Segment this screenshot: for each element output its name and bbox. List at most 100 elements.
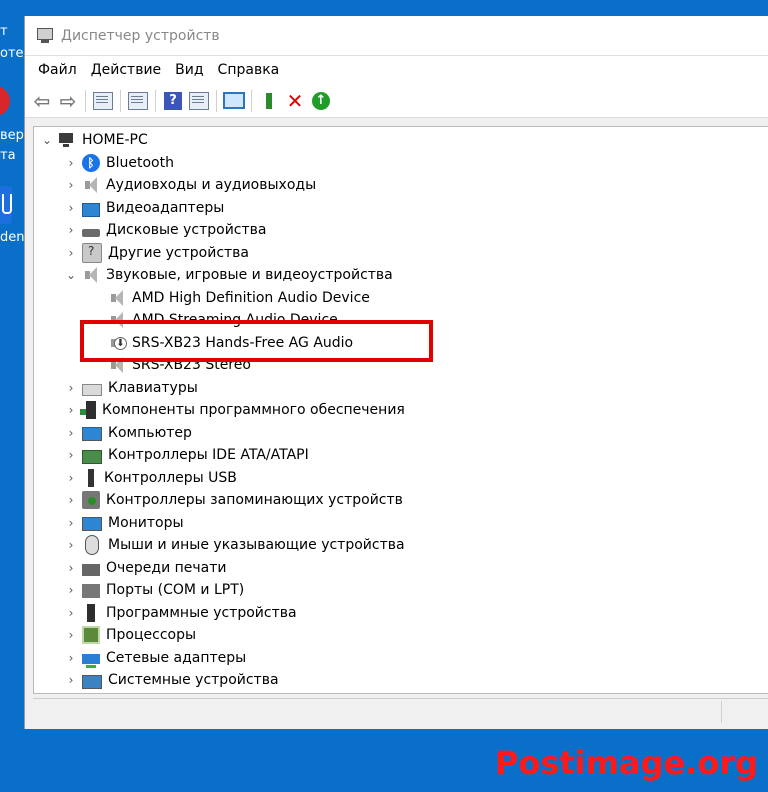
chevron-right-icon[interactable]: › bbox=[64, 223, 78, 237]
chevron-right-icon[interactable]: › bbox=[64, 246, 78, 260]
tree-node-software-components[interactable]: › Компоненты программного обеспечения bbox=[64, 399, 405, 421]
storage-controller-icon bbox=[82, 491, 100, 509]
desktop-label-3: вер bbox=[0, 128, 24, 143]
tree-node-processors[interactable]: › Процессоры bbox=[64, 624, 196, 646]
tree-child-amd-hd-audio[interactable]: AMD High Definition Audio Device bbox=[104, 287, 370, 309]
green-up-arrow-icon: ↑ bbox=[312, 91, 330, 110]
uninstall-device-button[interactable]: ✕ bbox=[283, 89, 307, 113]
device-manager-icon bbox=[37, 27, 53, 44]
disk-drive-icon bbox=[82, 228, 100, 237]
tree-root-label: HOME-PC bbox=[82, 132, 148, 148]
toolbar-separator bbox=[155, 89, 156, 112]
monitor-icon bbox=[82, 517, 102, 531]
tree-node-network-adapters[interactable]: › Сетевые адаптеры bbox=[64, 647, 246, 669]
tree-node-ide[interactable]: › Контроллеры IDE ATA/ATAPI bbox=[64, 444, 309, 466]
device-tree-pane[interactable]: ⌄ HOME-PC › ᛒ Bluetooth › Аудиовходы и а… bbox=[33, 126, 768, 694]
tree-node-usb[interactable]: › Контроллеры USB bbox=[64, 467, 237, 489]
forward-arrow-icon[interactable]: ⇨ bbox=[56, 89, 80, 113]
menu-file[interactable]: Файл bbox=[31, 56, 84, 84]
menu-help[interactable]: Справка bbox=[211, 56, 287, 84]
tree-node-label: Аудиовходы и аудиовыходы bbox=[106, 177, 317, 193]
tree-node-bluetooth[interactable]: › ᛒ Bluetooth bbox=[64, 152, 174, 174]
toolbar: ⇦ ⇨ ? ✕ ↑ bbox=[25, 84, 768, 118]
network-adapter-icon bbox=[82, 654, 100, 668]
tree-node-label: Мониторы bbox=[108, 515, 184, 531]
help-button[interactable]: ? bbox=[161, 89, 185, 113]
chevron-right-icon[interactable]: › bbox=[64, 628, 78, 642]
chevron-right-icon[interactable]: › bbox=[64, 493, 78, 507]
tree-node-label: Системные устройства bbox=[108, 672, 279, 688]
bluetooth-icon: ᛒ bbox=[82, 154, 100, 172]
chevron-right-icon[interactable]: › bbox=[64, 583, 78, 597]
tree-node-label: Процессоры bbox=[106, 627, 197, 643]
software-device-icon bbox=[87, 604, 95, 622]
usb-icon bbox=[88, 469, 94, 487]
desktop-app-icon[interactable] bbox=[0, 86, 10, 116]
chevron-down-icon[interactable]: ⌄ bbox=[40, 133, 54, 147]
tree-node-label: Порты (COM и LPT) bbox=[106, 582, 245, 598]
console-tree-icon bbox=[93, 91, 113, 110]
tree-node-computer[interactable]: › Компьютер bbox=[64, 422, 192, 444]
help-icon: ? bbox=[164, 91, 182, 110]
back-arrow-icon[interactable]: ⇦ bbox=[30, 89, 54, 113]
chevron-right-icon[interactable]: › bbox=[64, 561, 78, 575]
tree-node-system-devices[interactable]: › Системные устройства bbox=[64, 669, 279, 691]
chevron-right-icon[interactable]: › bbox=[64, 178, 78, 192]
scan-hardware-button[interactable] bbox=[222, 89, 246, 113]
unknown-device-icon bbox=[82, 243, 102, 263]
update-driver-button[interactable] bbox=[257, 89, 281, 113]
tree-root[interactable]: ⌄ HOME-PC bbox=[40, 129, 148, 151]
chevron-right-icon[interactable]: › bbox=[64, 381, 78, 395]
chevron-right-icon[interactable]: › bbox=[64, 673, 78, 687]
tree-node-label: Контроллеры IDE ATA/ATAPI bbox=[108, 447, 309, 463]
tree-node-label: Контроллеры USB bbox=[104, 470, 237, 486]
device-manager-window: Диспетчер устройств Файл Действие Вид Сп… bbox=[24, 16, 768, 729]
tree-node-monitors[interactable]: › Мониторы bbox=[64, 512, 184, 534]
menu-view[interactable]: Вид bbox=[168, 56, 210, 84]
chevron-down-icon[interactable]: ⌄ bbox=[64, 268, 78, 282]
menu-bar: Файл Действие Вид Справка bbox=[25, 56, 768, 84]
chevron-right-icon[interactable]: › bbox=[64, 651, 78, 665]
tree-node-other-devices[interactable]: › Другие устройства bbox=[64, 242, 249, 264]
chevron-right-icon[interactable]: › bbox=[64, 403, 78, 417]
tree-node-sound-video[interactable]: ⌄ Звуковые, игровые и видеоустройства bbox=[64, 264, 393, 286]
tree-node-label: Bluetooth bbox=[106, 155, 174, 171]
chevron-right-icon[interactable]: › bbox=[64, 538, 78, 552]
window-title: Диспетчер устройств bbox=[61, 27, 220, 44]
red-x-icon: ✕ bbox=[286, 88, 304, 113]
chevron-right-icon[interactable]: › bbox=[64, 516, 78, 530]
tree-node-display-adapters[interactable]: › Видеоадаптеры bbox=[64, 197, 224, 219]
menu-action[interactable]: Действие bbox=[84, 56, 168, 84]
chevron-right-icon[interactable]: › bbox=[64, 606, 78, 620]
tree-node-storage-controllers[interactable]: › Контроллеры запоминающих устройств bbox=[64, 489, 403, 511]
enable-device-button[interactable]: ↑ bbox=[309, 89, 333, 113]
desktop-label-4: та bbox=[0, 148, 16, 163]
tree-node-disk-drives[interactable]: › Дисковые устройства bbox=[64, 219, 267, 241]
processor-icon bbox=[82, 626, 100, 644]
chevron-right-icon[interactable]: › bbox=[64, 471, 78, 485]
tree-node-label: Дисковые устройства bbox=[106, 222, 267, 238]
properties-icon bbox=[128, 91, 148, 110]
properties-button[interactable] bbox=[126, 89, 150, 113]
keyboard-icon bbox=[82, 384, 102, 396]
toolbar-separator bbox=[251, 89, 252, 112]
tree-node-ports[interactable]: › Порты (COM и LPT) bbox=[64, 579, 244, 601]
desktop-app-icon-2[interactable] bbox=[0, 186, 12, 224]
tree-node-label: Компоненты программного обеспечения bbox=[102, 402, 405, 418]
tree-node-mice[interactable]: › Мыши и иные указывающие устройства bbox=[64, 534, 405, 556]
chevron-right-icon[interactable]: › bbox=[64, 201, 78, 215]
tree-node-print-queues[interactable]: › Очереди печати bbox=[64, 557, 227, 579]
update-driver-icon bbox=[266, 92, 272, 109]
tree-node-keyboards[interactable]: › Клавиатуры bbox=[64, 377, 198, 399]
toolbar-separator bbox=[85, 89, 86, 112]
tree-node-label: Мыши и иные указывающие устройства bbox=[108, 537, 405, 553]
tree-node-software-devices[interactable]: › Программные устройства bbox=[64, 602, 297, 624]
show-hide-console-tree-button[interactable] bbox=[91, 89, 115, 113]
action-pane-button[interactable] bbox=[187, 89, 211, 113]
chevron-right-icon[interactable]: › bbox=[64, 426, 78, 440]
ide-controller-icon bbox=[82, 449, 102, 464]
title-bar[interactable]: Диспетчер устройств bbox=[25, 16, 768, 56]
chevron-right-icon[interactable]: › bbox=[64, 156, 78, 170]
tree-node-audio-io[interactable]: › Аудиовходы и аудиовыходы bbox=[64, 174, 316, 196]
chevron-right-icon[interactable]: › bbox=[64, 448, 78, 462]
